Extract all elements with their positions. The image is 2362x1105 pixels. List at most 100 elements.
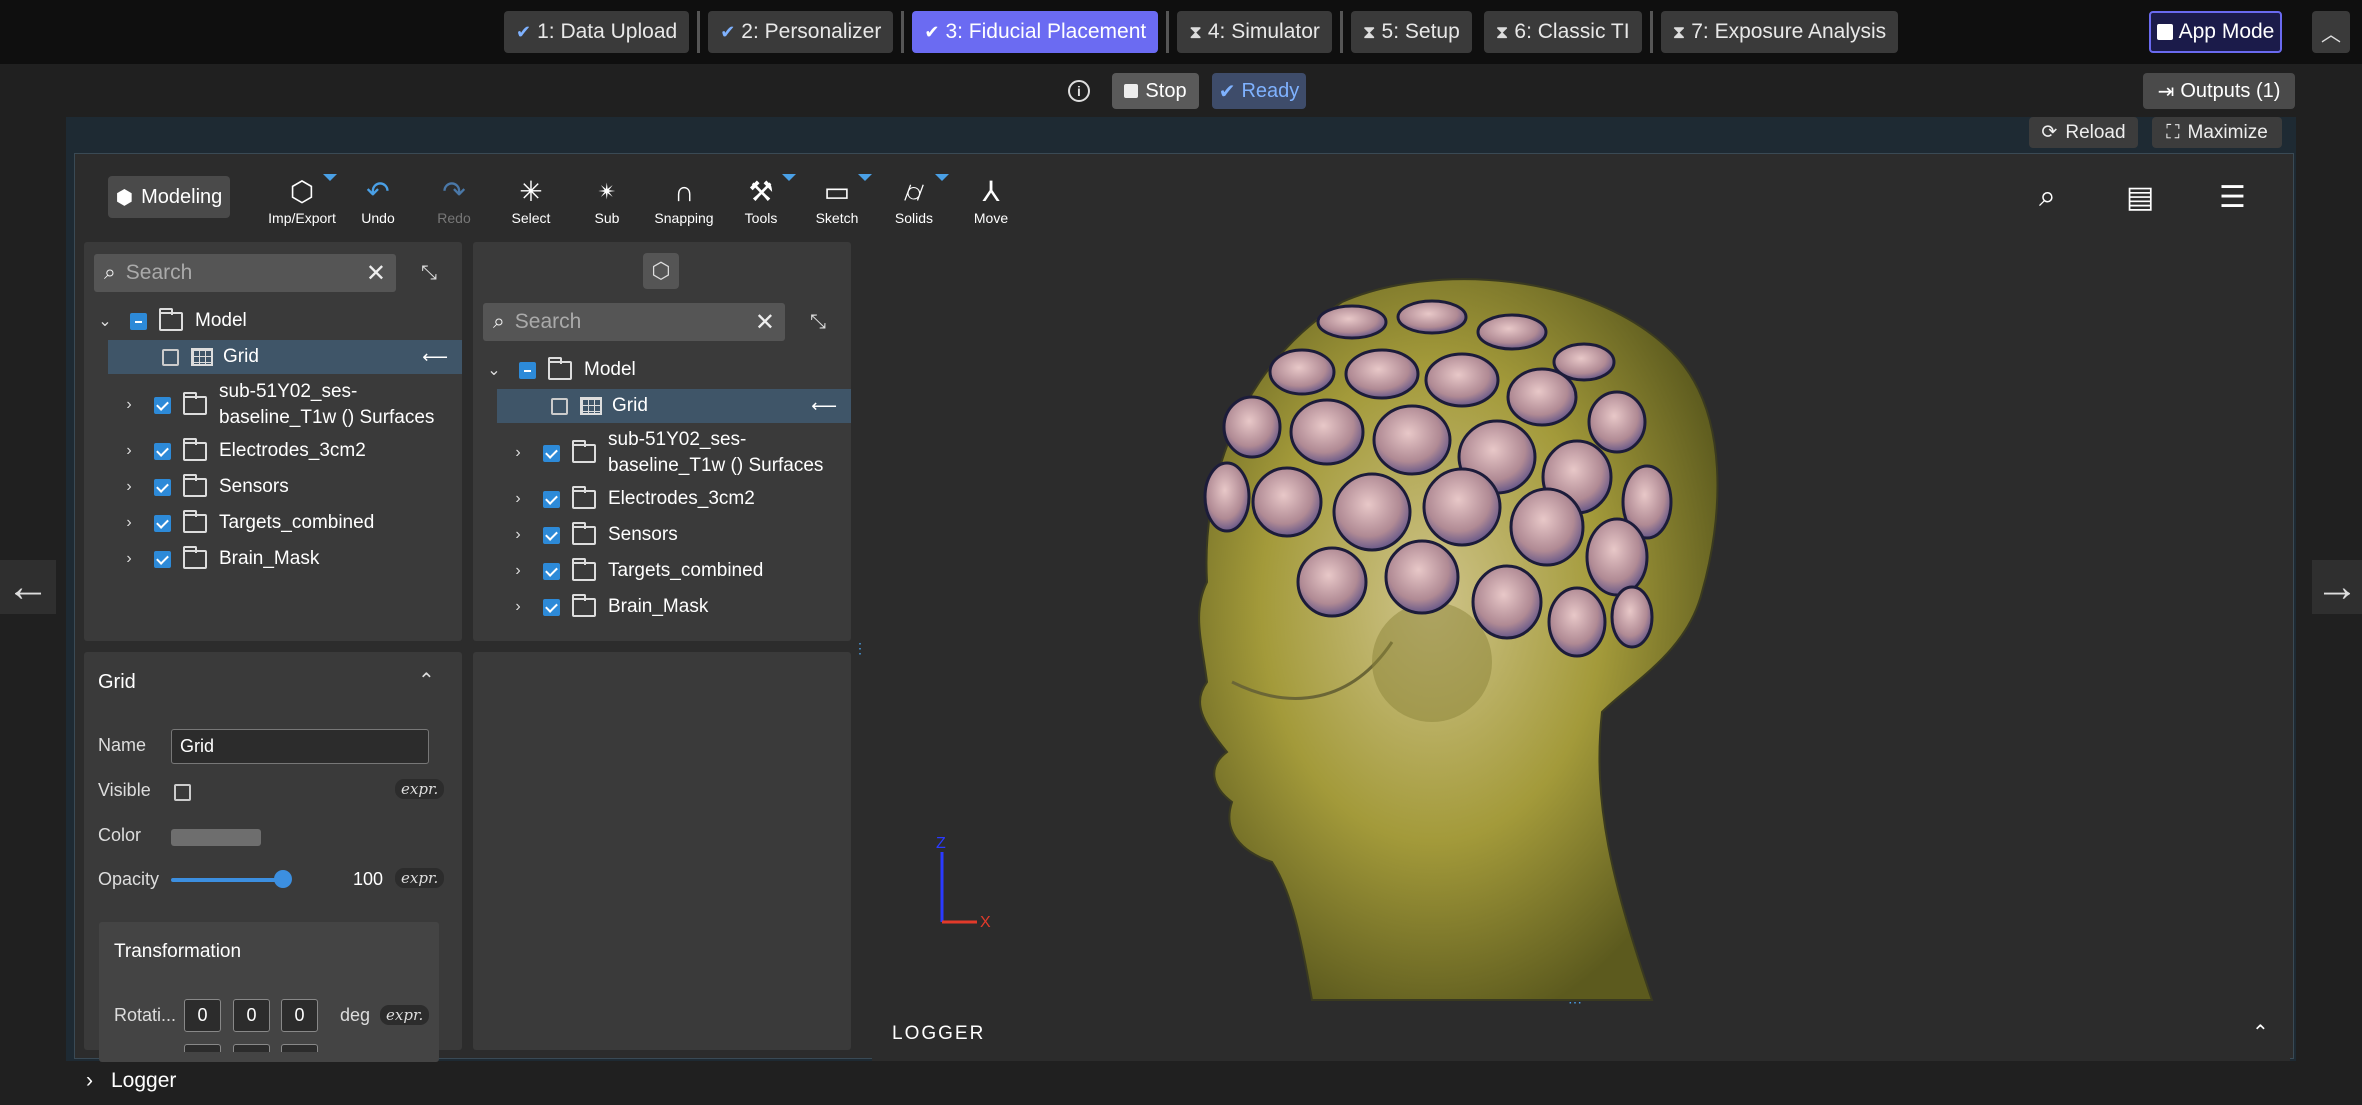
- reload-icon: ⟳: [2041, 122, 2058, 143]
- tree-item-grid[interactable]: Grid ⟵: [497, 389, 851, 423]
- rotation-z-field[interactable]: 0: [281, 999, 318, 1032]
- chevron-right-icon[interactable]: ›: [507, 490, 529, 508]
- rotation-x-field[interactable]: 0: [184, 999, 221, 1032]
- step-personalizer[interactable]: ✔ 2: Personalizer: [708, 11, 894, 53]
- rotation-y-field[interactable]: 0: [233, 999, 270, 1032]
- opacity-slider-track[interactable]: [171, 878, 284, 882]
- tree-item-brain-mask[interactable]: › Brain_Mask: [507, 590, 851, 624]
- import-export-tool[interactable]: ⬡ Imp/Export: [267, 174, 337, 226]
- checkbox[interactable]: [162, 348, 179, 366]
- checkbox[interactable]: [130, 312, 147, 330]
- search-icon[interactable]: ⌕: [2039, 180, 2056, 214]
- checkbox[interactable]: [154, 550, 171, 568]
- visible-checkbox[interactable]: [174, 784, 191, 801]
- checkbox[interactable]: [154, 396, 171, 414]
- menu-icon[interactable]: ☰: [2219, 180, 2246, 215]
- undo-tool[interactable]: ↶ Undo: [343, 174, 413, 226]
- app-mode-toggle[interactable]: App Mode: [2149, 11, 2282, 53]
- tree-item-grid[interactable]: Grid ⟵: [108, 340, 462, 374]
- expr-button[interactable]: expr.: [380, 1005, 430, 1025]
- checkbox[interactable]: [543, 526, 560, 544]
- checkbox[interactable]: [543, 490, 560, 508]
- chevron-right-icon[interactable]: ›: [118, 396, 140, 414]
- collapse-header-button[interactable]: ︿: [2312, 11, 2350, 53]
- tree-item-electrodes[interactable]: › Electrodes_3cm2: [118, 434, 462, 468]
- chevron-up-icon[interactable]: ⌃: [2252, 1020, 2269, 1045]
- chevron-right-icon[interactable]: ›: [118, 478, 140, 496]
- sketch-tool[interactable]: ▭ Sketch: [802, 174, 872, 226]
- checkbox[interactable]: [519, 361, 536, 379]
- move-tool[interactable]: ⅄ Move: [956, 174, 1026, 226]
- chevron-up-icon[interactable]: ⌃: [418, 668, 435, 693]
- stop-button[interactable]: Stop: [1112, 73, 1199, 109]
- step-exposure-analysis[interactable]: ⧗ 7: Exposure Analysis: [1660, 11, 1899, 53]
- snapping-tool[interactable]: ∩ Snapping: [649, 174, 719, 226]
- reload-button[interactable]: ⟳ Reload: [2029, 117, 2138, 148]
- search-input[interactable]: ⌕ Search ✕: [94, 254, 396, 292]
- chevron-right-icon[interactable]: ›: [507, 526, 529, 544]
- checkbox[interactable]: [543, 444, 560, 462]
- modeling-button[interactable]: ⬢ Modeling: [108, 176, 230, 218]
- chevron-down-icon[interactable]: ⌄: [483, 360, 505, 380]
- outputs-button[interactable]: ⇥ Outputs (1): [2143, 73, 2295, 109]
- chevron-right-icon[interactable]: ›: [507, 598, 529, 616]
- step-simulator[interactable]: ⧗ 4: Simulator: [1177, 11, 1332, 53]
- tools-tool[interactable]: ⚒ Tools: [726, 174, 796, 226]
- tree-item-targets[interactable]: › Targets_combined: [507, 554, 851, 588]
- name-field[interactable]: [171, 729, 429, 764]
- opacity-slider-thumb[interactable]: [274, 870, 292, 888]
- chevron-right-icon[interactable]: ›: [118, 514, 140, 532]
- chevron-down-icon[interactable]: ⌄: [94, 311, 116, 331]
- step-setup[interactable]: ⧗ 5: Setup: [1350, 11, 1472, 53]
- console-icon[interactable]: ▤: [2126, 180, 2154, 215]
- translation-z-field[interactable]: [281, 1044, 318, 1052]
- chevron-right-icon[interactable]: ›: [507, 562, 529, 580]
- tree-item-electrodes[interactable]: › Electrodes_3cm2: [507, 482, 851, 516]
- pin-icon[interactable]: ⟵: [422, 347, 448, 368]
- drag-handle-icon[interactable]: ⋮: [853, 640, 867, 657]
- tree-item-sensors[interactable]: › Sensors: [118, 470, 462, 504]
- search-input[interactable]: ⌕ Search ✕: [483, 303, 785, 341]
- 3d-viewport[interactable]: Z X: [872, 242, 2290, 1002]
- chevron-right-icon[interactable]: ›: [118, 442, 140, 460]
- step-fiducial-placement[interactable]: ✔ 3: Fiducial Placement: [912, 11, 1159, 53]
- step-data-upload[interactable]: ✔ 1: Data Upload: [504, 11, 690, 53]
- step-classic-ti[interactable]: ⧗ 6: Classic TI: [1483, 11, 1642, 53]
- expr-button[interactable]: expr.: [395, 868, 445, 888]
- ready-button[interactable]: ✔ Ready: [1212, 73, 1306, 109]
- redo-tool[interactable]: ↷ Redo: [419, 174, 489, 226]
- solids-tool[interactable]: ⌭ Solids: [879, 174, 949, 226]
- tree-item-brain-mask[interactable]: › Brain_Mask: [118, 542, 462, 576]
- color-swatch[interactable]: [171, 829, 261, 846]
- info-icon[interactable]: i: [1068, 80, 1090, 102]
- collapse-all-icon[interactable]: ⤡: [421, 262, 437, 285]
- checkbox[interactable]: [543, 562, 560, 580]
- pin-icon[interactable]: ⟵: [811, 396, 837, 417]
- tree-item-sensors[interactable]: › Sensors: [507, 518, 851, 552]
- select-tool[interactable]: ✳ Select: [496, 174, 566, 226]
- expr-button[interactable]: expr.: [395, 779, 445, 799]
- checkbox[interactable]: [551, 397, 568, 415]
- checkbox[interactable]: [543, 598, 560, 616]
- translation-y-field[interactable]: [233, 1044, 270, 1052]
- chevron-right-icon[interactable]: ›: [507, 444, 529, 462]
- maximize-button[interactable]: ⛶ Maximize: [2152, 117, 2282, 148]
- close-icon[interactable]: ✕: [366, 259, 386, 288]
- tree-item-targets[interactable]: › Targets_combined: [118, 506, 462, 540]
- translation-x-field[interactable]: [184, 1044, 221, 1052]
- collapse-all-icon[interactable]: ⤡: [810, 311, 826, 334]
- chevron-right-icon[interactable]: ›: [118, 550, 140, 568]
- logger-toggle[interactable]: › Logger: [86, 1069, 176, 1093]
- checkbox[interactable]: [154, 478, 171, 496]
- tree-root-model[interactable]: ⌄ Model: [94, 304, 462, 338]
- sub-select-tool[interactable]: ✴ Sub: [572, 174, 642, 226]
- cube-view-icon[interactable]: ⬡: [643, 253, 679, 289]
- tree-item-surfaces[interactable]: › sub-51Y02_ses-baseline_T1w () Surfaces: [118, 378, 462, 432]
- checkbox[interactable]: [154, 442, 171, 460]
- tree-root-model[interactable]: ⌄ Model: [483, 353, 851, 387]
- previous-step-arrow[interactable]: ←: [0, 560, 56, 614]
- tree-item-surfaces[interactable]: › sub-51Y02_ses-baseline_T1w () Surfaces: [507, 426, 851, 480]
- close-icon[interactable]: ✕: [755, 308, 775, 337]
- checkbox[interactable]: [154, 514, 171, 532]
- next-step-arrow[interactable]: →: [2312, 560, 2362, 614]
